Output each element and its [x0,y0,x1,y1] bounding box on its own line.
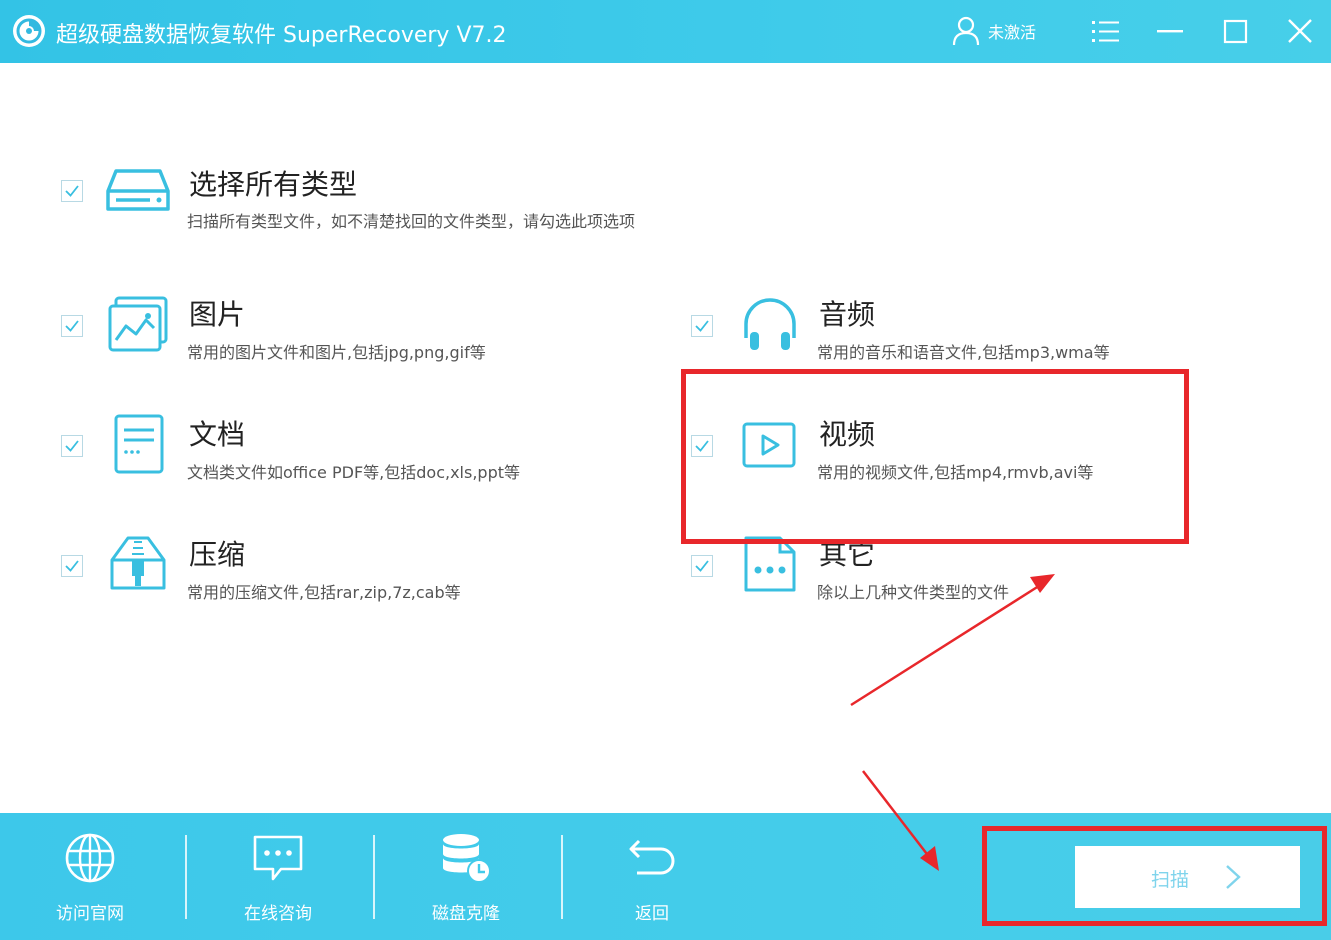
maximize-button[interactable] [1218,14,1252,48]
checkbox-archive[interactable] [61,555,83,577]
close-button[interactable] [1283,14,1317,48]
check-icon [695,440,709,452]
disk-clone-label: 磁盘克隆 [432,904,500,924]
option-description: 常用的视频文件,包括mp4,rmvb,avi等 [817,463,1094,482]
chevron-right-icon [1226,865,1241,889]
option-title: 其它 [819,538,876,571]
checkbox-video[interactable] [691,435,713,457]
globe-icon [63,831,117,885]
check-icon [65,320,79,332]
option-description: 常用的图片文件和图片,包括jpg,png,gif等 [187,343,486,362]
option-description: 除以上几种文件类型的文件 [817,583,1010,602]
option-title: 音频 [819,298,876,331]
check-icon [65,185,79,197]
visit-website-button[interactable]: 访问官网 [0,813,180,940]
option-description: 扫描所有类型文件，如不清楚找回的文件类型，请勾选此项选项 [187,212,636,231]
undo-arrow-icon [625,831,679,885]
scan-button[interactable]: 扫描 [1075,846,1300,908]
toolbar-divider [185,835,187,919]
title-bar: 超级硬盘数据恢复软件 SuperRecovery V7.2 未激活 [0,0,1331,63]
app-title: 超级硬盘数据恢复软件 SuperRecovery V7.2 [56,23,507,48]
option-title: 选择所有类型 [189,168,358,201]
checkbox-document[interactable] [61,435,83,457]
archive-icon [106,532,170,596]
video-play-icon [738,412,802,476]
disk-clone-button[interactable]: 磁盘克隆 [376,813,556,940]
menu-icon [1092,21,1119,42]
checkbox-all-types[interactable] [61,180,83,202]
other-file-icon [738,532,802,596]
back-label: 返回 [635,904,669,924]
option-description: 常用的音乐和语音文件,包括mp3,wma等 [817,343,1110,362]
online-consult-button[interactable]: 在线咨询 [188,813,368,940]
minimize-icon [1157,30,1183,33]
minimize-button[interactable] [1153,14,1187,48]
option-title: 图片 [189,298,246,331]
option-description: 文档类文件如office PDF等,包括doc,xls,ppt等 [187,463,520,482]
back-button[interactable]: 返回 [562,813,742,940]
activation-status: 未激活 [988,23,1037,42]
option-title: 视频 [819,418,876,451]
check-icon [65,440,79,452]
image-icon [106,292,170,356]
option-title: 文档 [189,418,246,451]
check-icon [695,560,709,572]
account-button[interactable]: 未激活 [952,14,1036,48]
visit-website-label: 访问官网 [56,904,124,924]
check-icon [65,560,79,572]
app-window: 超级硬盘数据恢复软件 SuperRecovery V7.2 未激活 选择所有类型… [0,0,1331,940]
checkbox-other[interactable] [691,555,713,577]
menu-button[interactable] [1089,14,1123,48]
checkbox-audio[interactable] [691,315,713,337]
chat-icon [251,831,305,885]
headphones-icon [738,292,802,356]
database-icon [439,831,493,885]
toolbar-divider [373,835,375,919]
maximize-icon [1223,19,1248,44]
option-description: 常用的压缩文件,包括rar,zip,7z,cab等 [187,583,461,602]
close-icon [1288,19,1312,43]
document-icon [106,412,170,476]
option-title: 压缩 [189,538,246,571]
scan-label: 扫描 [1151,869,1190,891]
check-icon [695,320,709,332]
checkbox-image[interactable] [61,315,83,337]
user-icon [952,16,980,46]
app-logo-icon [12,14,46,48]
drive-icon [106,159,170,223]
online-consult-label: 在线咨询 [244,904,312,924]
